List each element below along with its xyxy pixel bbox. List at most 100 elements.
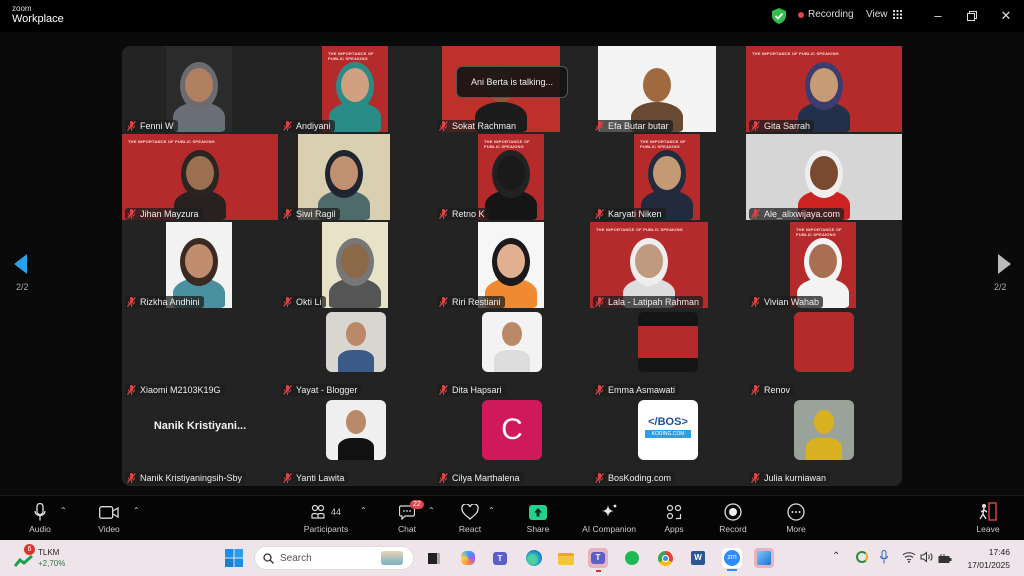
person-silhouette xyxy=(806,438,842,460)
participant-tile[interactable]: THE IMPORTANCE OF PUBLIC SPEAKING Vivian … xyxy=(746,222,902,310)
participant-tile[interactable]: Okti Li xyxy=(278,222,434,310)
more-button[interactable]: More xyxy=(782,502,810,534)
participant-tile[interactable]: THE IMPORTANCE OF PUBLIC SPEAKING Retno K xyxy=(434,134,590,222)
previous-page-arrow-icon[interactable] xyxy=(14,254,27,274)
muted-microphone-icon xyxy=(439,121,448,131)
participant-tile[interactable]: Siwi Ragil xyxy=(278,134,434,222)
muted-microphone-icon xyxy=(283,209,292,219)
muted-microphone-icon xyxy=(127,297,136,307)
close-icon[interactable]: ✕ xyxy=(996,6,1016,26)
shield-check-icon[interactable] xyxy=(772,8,786,24)
participant-name-label: Andiyani xyxy=(281,120,335,132)
minimize-icon[interactable]: – xyxy=(928,6,948,26)
face-shape xyxy=(346,410,366,434)
participant-tile[interactable]: Yanti Lawita xyxy=(278,398,434,486)
participant-tile[interactable]: Rizkha Andhini xyxy=(122,222,278,310)
video-options-caret-icon[interactable]: ⌃ xyxy=(133,506,140,515)
muted-microphone-icon xyxy=(595,297,604,307)
word-icon[interactable]: W xyxy=(688,548,708,568)
participant-tile[interactable]: Ale_alixwijaya.com xyxy=(746,134,902,222)
stock-widget[interactable]: 6 xyxy=(14,544,40,568)
teams-icon[interactable]: T xyxy=(490,548,510,568)
participant-name-label: Dita Hapsari xyxy=(437,384,506,396)
restore-icon[interactable] xyxy=(962,6,982,26)
system-clock[interactable]: 17:46 17/01/2025 xyxy=(967,546,1010,572)
stock-chart-icon xyxy=(14,554,33,567)
audio-button[interactable]: Audio xyxy=(26,502,54,534)
chat-options-caret-icon[interactable]: ⌃ xyxy=(428,506,435,515)
participant-tile[interactable]: Renov xyxy=(746,310,902,398)
ai-companion-button[interactable]: AI Companion xyxy=(576,502,642,534)
file-explorer-icon[interactable] xyxy=(556,548,576,568)
face-shape xyxy=(185,68,213,102)
wifi-icon[interactable] xyxy=(902,550,916,568)
participant-tile[interactable]: THE IMPORTANCE OF PUBLIC SPEAKING Jihan M… xyxy=(122,134,278,222)
battery-icon[interactable] xyxy=(938,551,952,569)
show-hidden-icons-chevron-icon[interactable]: ⌃ xyxy=(832,551,840,562)
sync-icon[interactable] xyxy=(856,551,868,563)
avatar-initial: C xyxy=(482,400,542,460)
zoom-app-icon[interactable]: zm xyxy=(722,548,742,571)
recording-indicator[interactable]: Recording xyxy=(798,9,854,20)
audio-label: Audio xyxy=(29,524,51,534)
participant-tile[interactable]: THE IMPORTANCE OF PUBLIC SPEAKING Andiyan… xyxy=(278,46,434,134)
face-shape xyxy=(809,244,837,278)
participant-tile[interactable]: THE IMPORTANCE OF PUBLIC SPEAKING Karyati… xyxy=(590,134,746,222)
participant-name: Okti Li xyxy=(296,297,322,307)
title-bar: zoom Workplace Recording View – ✕ xyxy=(0,0,1024,32)
spotify-icon[interactable] xyxy=(622,548,642,568)
participant-tile[interactable]: C Cilya Marthalena xyxy=(434,398,590,486)
chrome-icon[interactable] xyxy=(656,548,676,568)
participant-tile[interactable]: Nanik Kristiyani... Nanik Kristiyaningsih… xyxy=(122,398,278,486)
teams-active-icon[interactable]: T xyxy=(588,548,608,572)
participant-name-label: Gita Sarrah xyxy=(749,120,815,132)
participant-tile[interactable]: Riri Restiani xyxy=(434,222,590,310)
brand-small: zoom xyxy=(12,4,32,13)
participant-name: Jihan Mayzura xyxy=(140,209,199,219)
heart-icon xyxy=(461,504,479,520)
participant-tile[interactable]: THE IMPORTANCE OF PUBLIC SPEAKING Lala - … xyxy=(590,222,746,310)
volume-icon[interactable] xyxy=(920,550,934,568)
react-button[interactable]: React xyxy=(457,502,483,534)
next-page-arrow-icon[interactable] xyxy=(998,254,1011,274)
video-button[interactable]: Video xyxy=(95,502,123,534)
leave-button[interactable]: Leave xyxy=(974,502,1002,534)
edge-icon[interactable] xyxy=(524,548,544,568)
participant-tile[interactable]: Emma Asmawati xyxy=(590,310,746,398)
windows-start-icon[interactable] xyxy=(224,548,244,568)
record-button[interactable]: Record xyxy=(718,502,748,534)
copilot-icon[interactable] xyxy=(458,548,478,568)
participant-name: Retno K xyxy=(452,209,485,219)
view-button[interactable]: View xyxy=(866,9,902,20)
participant-tile[interactable]: Yayat - Blogger xyxy=(278,310,434,398)
task-view-icon[interactable] xyxy=(424,548,444,568)
participants-options-caret-icon[interactable]: ⌃ xyxy=(360,506,367,515)
chat-label: Chat xyxy=(398,524,416,534)
participants-button[interactable]: 44 Participants xyxy=(300,502,352,534)
search-placeholder: Search xyxy=(280,552,312,564)
avatar-logo: </BOS> KODING.COM xyxy=(638,400,698,460)
participant-tile[interactable]: </BOS> KODING.COM BosKoding.com xyxy=(590,398,746,486)
face-shape xyxy=(810,68,838,102)
audio-options-caret-icon[interactable]: ⌃ xyxy=(60,506,67,515)
participant-tile[interactable]: Julia kurniawan xyxy=(746,398,902,486)
muted-microphone-icon xyxy=(751,473,760,483)
photos-icon[interactable] xyxy=(754,548,774,568)
participant-tile[interactable]: Xiaomi M2103K19G xyxy=(122,310,278,398)
person-silhouette xyxy=(338,438,374,460)
participant-tile[interactable]: Fenni W xyxy=(122,46,278,134)
participant-tile[interactable]: THE IMPORTANCE OF PUBLIC SPEAKING Gita Sa… xyxy=(746,46,902,134)
muted-microphone-icon xyxy=(127,473,136,483)
participant-name: Julia kurniawan xyxy=(764,473,827,483)
muted-microphone-icon xyxy=(439,209,448,219)
muted-microphone-icon xyxy=(439,297,448,307)
participant-name: Nanik Kristiyaningsih-Sby xyxy=(140,473,243,483)
taskbar-search-box[interactable]: Search xyxy=(254,546,414,570)
share-button[interactable]: Share xyxy=(524,502,552,534)
react-options-caret-icon[interactable]: ⌃ xyxy=(488,506,495,515)
participant-name-label: Vivian Wahab xyxy=(749,296,824,308)
participant-tile[interactable]: Dita Hapsari xyxy=(434,310,590,398)
tray-microphone-icon[interactable] xyxy=(880,550,888,569)
participant-tile[interactable]: Efa Butar butar xyxy=(590,46,746,134)
apps-button[interactable]: Apps xyxy=(660,502,688,534)
